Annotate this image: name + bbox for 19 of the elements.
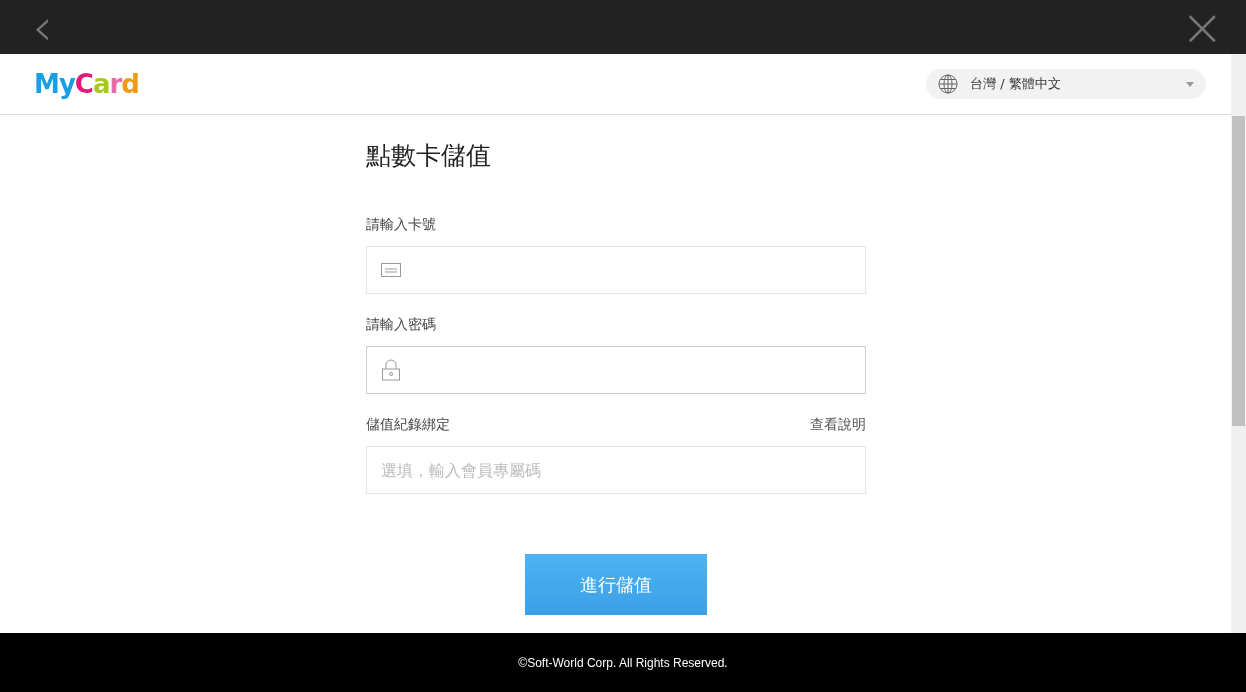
field-label: 請輸入密碼 — [365, 316, 436, 334]
card-icon — [380, 263, 401, 277]
submit-button[interactable]: 進行儲值 — [524, 554, 707, 615]
field-label: 請輸入卡號 — [365, 216, 436, 234]
back-button[interactable]: ‹ — [28, 5, 57, 49]
globe-icon — [938, 74, 958, 94]
input-field[interactable] — [365, 346, 866, 394]
input-field[interactable]: 選填，輸入會員專屬碼 — [365, 446, 866, 494]
page-title: 點數卡儲值 — [365, 140, 492, 172]
lock-icon — [380, 359, 401, 381]
input-field[interactable] — [365, 246, 866, 294]
close-button[interactable]: × — [1176, 5, 1228, 49]
field-label: 儲值紀錄綁定 — [365, 416, 450, 434]
language-selector[interactable]: 台灣 / 繁體中文 — [926, 69, 1206, 99]
copyright-text: ©Soft-World Corp. All Rights Reserved. — [518, 655, 728, 670]
help-link[interactable]: 查看說明 — [809, 416, 866, 434]
scrollbar[interactable] — [1231, 54, 1246, 633]
caret-icon — [1186, 81, 1194, 87]
logo[interactable]: MyCard — [34, 69, 139, 99]
